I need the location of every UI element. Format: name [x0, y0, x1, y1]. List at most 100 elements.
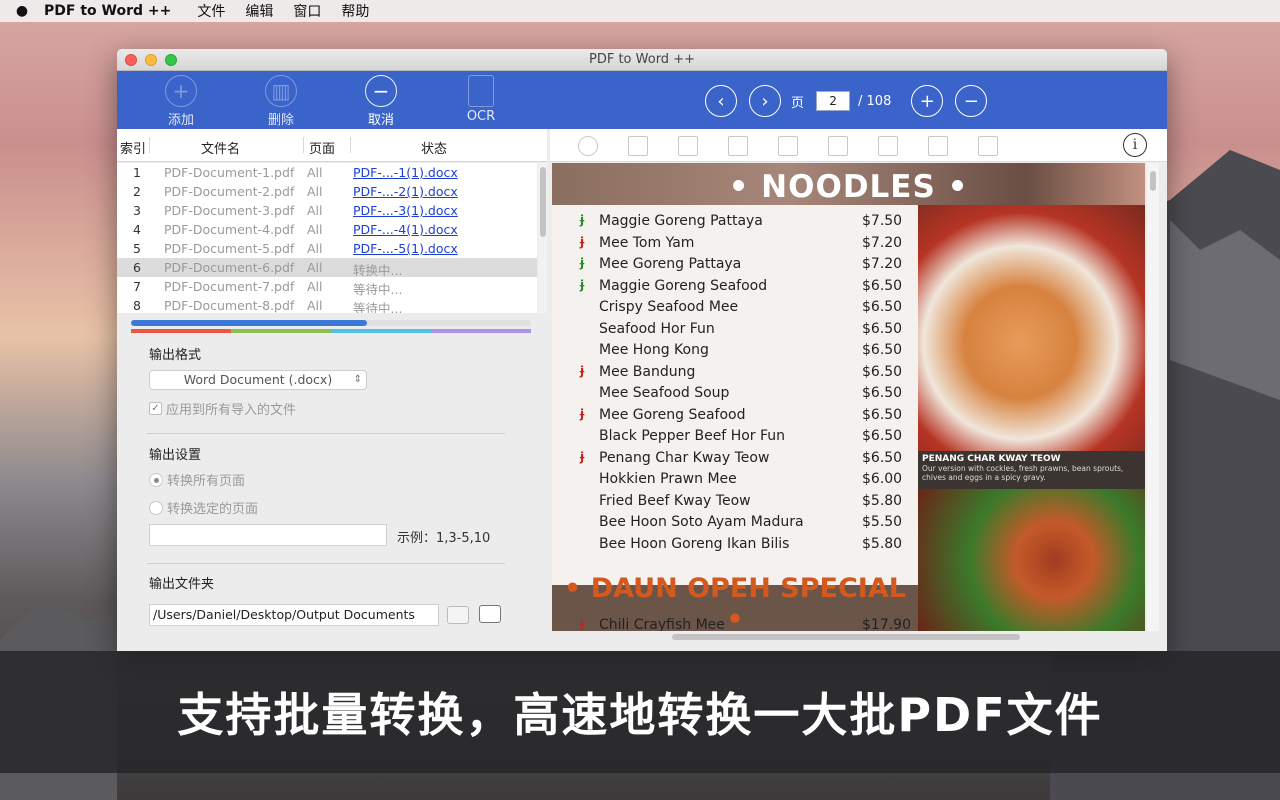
menu-help[interactable]: 帮助	[341, 1, 369, 21]
window-title: PDF to Word ++	[589, 52, 695, 67]
cell-pages: All	[307, 298, 323, 313]
dish-name: Black Pepper Beef Hor Fun	[599, 428, 786, 444]
hatch-region-icon[interactable]	[928, 136, 948, 156]
caption-text: Our version with cockles, fresh prawns, …	[922, 464, 1124, 482]
total-pages: / 108	[858, 93, 892, 109]
horizontal-split-icon[interactable]	[778, 136, 798, 156]
col-status[interactable]: 状态	[421, 138, 447, 157]
output-folder-path[interactable]: /Users/Daniel/Desktop/Output Documents	[149, 604, 439, 626]
ocr-button[interactable]: OCR	[451, 75, 511, 124]
chili-icon: ɉ	[580, 213, 585, 227]
output-file-link[interactable]: PDF-...-2(1).docx	[353, 184, 458, 199]
file-list-scrollbar[interactable]	[538, 163, 547, 313]
table-row[interactable]: 7 PDF-Document-7.pdf All 等待中...	[117, 277, 537, 297]
menu-dish: ɉ Mee Bandung $6.50	[552, 364, 918, 385]
cell-filename: PDF-Document-4.pdf	[164, 222, 295, 237]
dish-name: Mee Goreng Pattaya	[599, 256, 742, 272]
chili-icon: ɉ	[580, 449, 585, 464]
apply-all-checkbox[interactable]: ✓ 应用到所有导入的文件	[149, 399, 296, 418]
preview-vertical-scrollbar[interactable]	[1147, 163, 1159, 631]
menu-dish: ɉ Mee Tom Yam $7.20	[552, 235, 918, 256]
col-pages[interactable]: 页面	[309, 138, 335, 157]
info-icon[interactable]: i	[1123, 133, 1147, 157]
dish-name: Mee Goreng Seafood	[599, 406, 746, 423]
table-row[interactable]: 5 PDF-Document-5.pdf All PDF-...-5(1).docx	[117, 239, 537, 258]
dish-price: $6.50	[862, 363, 903, 380]
ocr-label: OCR	[466, 109, 496, 124]
delete-button[interactable]: ▥ 删除	[251, 75, 311, 128]
page-range-example: 示例：1,3-5,10	[397, 531, 491, 546]
select-box-icon[interactable]	[628, 136, 648, 156]
minimize-window-button[interactable]	[145, 54, 157, 66]
convert-all-radio[interactable]: 转换所有页面	[149, 470, 245, 489]
menu-edit[interactable]: 编辑	[245, 1, 273, 21]
page-range-input[interactable]	[149, 524, 387, 546]
close-window-button[interactable]	[125, 54, 137, 66]
trash-icon: ▥	[265, 75, 297, 107]
output-file-link[interactable]: PDF-...-4(1).docx	[353, 222, 458, 237]
table-row[interactable]: 3 PDF-Document-3.pdf All PDF-...-3(1).docx	[117, 201, 537, 220]
table-header: 索引 文件名 页面 状态	[117, 129, 547, 162]
zoom-out-button[interactable]: −	[955, 85, 988, 117]
zoom-window-button[interactable]	[165, 54, 177, 66]
add-label: 添加	[167, 113, 194, 128]
chili-icon: ɉ	[580, 256, 585, 270]
cell-pages: All	[307, 203, 323, 218]
cell-pages: All	[307, 241, 323, 256]
output-file-link[interactable]: PDF-...-1(1).docx	[353, 165, 458, 180]
convert-selected-label: 转换选定的页面	[167, 502, 259, 517]
col-filename[interactable]: 文件名	[201, 138, 240, 157]
dish-name: Mee Tom Yam	[599, 234, 695, 251]
cell-pages: All	[307, 260, 323, 275]
dish-name: Fried Beef Kway Teow	[599, 492, 751, 509]
dish-price: $17.90	[862, 617, 911, 631]
promo-banner-text: 支持批量转换，高速地转换一大批PDF文件	[177, 688, 1103, 742]
menu-dish: Black Pepper Beef Hor Fun $6.50	[552, 428, 918, 449]
table-row[interactable]: 1 PDF-Document-1.pdf All PDF-...-1(1).docx	[117, 163, 537, 182]
preview-horizontal-scrollbar[interactable]	[672, 634, 1020, 640]
document-icon	[468, 75, 494, 107]
menu-app-name[interactable]: PDF to Word ++	[44, 3, 171, 19]
folder-icon[interactable]	[479, 605, 501, 623]
dish-price: $7.20	[862, 256, 903, 272]
format-select[interactable]: Word Document (.docx) ⇕	[149, 370, 367, 390]
dish-name: Crispy Seafood Mee	[599, 299, 739, 315]
menu-dish: Fried Beef Kway Teow $5.80	[552, 493, 918, 514]
plus-icon: +	[165, 75, 197, 107]
reveal-folder-icon[interactable]	[447, 606, 469, 624]
table-grid-icon[interactable]	[978, 136, 998, 156]
menu-dish: ɉ Maggie Goreng Pattaya $7.50	[552, 213, 918, 234]
eye-icon[interactable]	[578, 136, 598, 156]
dish-price: $5.80	[862, 492, 903, 509]
next-page-button[interactable]: ›	[749, 85, 781, 117]
menu-dish: Seafood Hor Fun $6.50	[552, 321, 918, 342]
table-row[interactable]: 2 PDF-Document-2.pdf All PDF-...-2(1).docx	[117, 182, 537, 201]
add-button[interactable]: + 添加	[151, 75, 211, 128]
cancel-button[interactable]: − 取消	[351, 75, 411, 128]
cell-filename: PDF-Document-5.pdf	[164, 241, 295, 256]
table-row[interactable]: 8 PDF-Document-8.pdf All 等待中...	[117, 296, 537, 313]
output-file-link[interactable]: PDF-...-3(1).docx	[353, 203, 458, 218]
col-index[interactable]: 索引	[120, 138, 146, 157]
vertical-split-icon[interactable]	[828, 136, 848, 156]
prev-page-button[interactable]: ‹	[705, 85, 737, 117]
menu-file[interactable]: 文件	[197, 1, 225, 21]
delete-region-icon[interactable]	[878, 136, 898, 156]
output-file-link[interactable]: PDF-...-5(1).docx	[353, 241, 458, 256]
apple-icon[interactable]: ●	[0, 3, 44, 19]
table-row[interactable]: 4 PDF-Document-4.pdf All PDF-...-4(1).docx	[117, 220, 537, 239]
progress-fill	[131, 320, 367, 326]
cell-index: 8	[133, 298, 141, 313]
image-icon[interactable]	[678, 136, 698, 156]
page-number-input[interactable]: 2	[816, 91, 851, 111]
output-settings-heading: 输出设置	[149, 448, 202, 463]
zoom-in-button[interactable]: +	[911, 85, 944, 117]
dish-price: $6.50	[862, 449, 903, 466]
pdf-page-preview: ɉ Maggie Goreng Pattaya $7.50 ɉ Mee Tom Yam $…	[552, 163, 1145, 631]
table-row[interactable]: 6 PDF-Document-6.pdf All 转换中...	[117, 258, 537, 278]
dish-name: Hokkien Prawn Mee	[599, 471, 737, 487]
remove-region-icon[interactable]	[728, 136, 748, 156]
menu-window[interactable]: 窗口	[293, 1, 321, 21]
preview-panel: i ɉ Maggie Goreng Pattaya $7.50 ɉ Mee Tom Ya…	[550, 129, 1167, 651]
convert-selected-radio[interactable]: 转换选定的页面	[149, 498, 258, 517]
